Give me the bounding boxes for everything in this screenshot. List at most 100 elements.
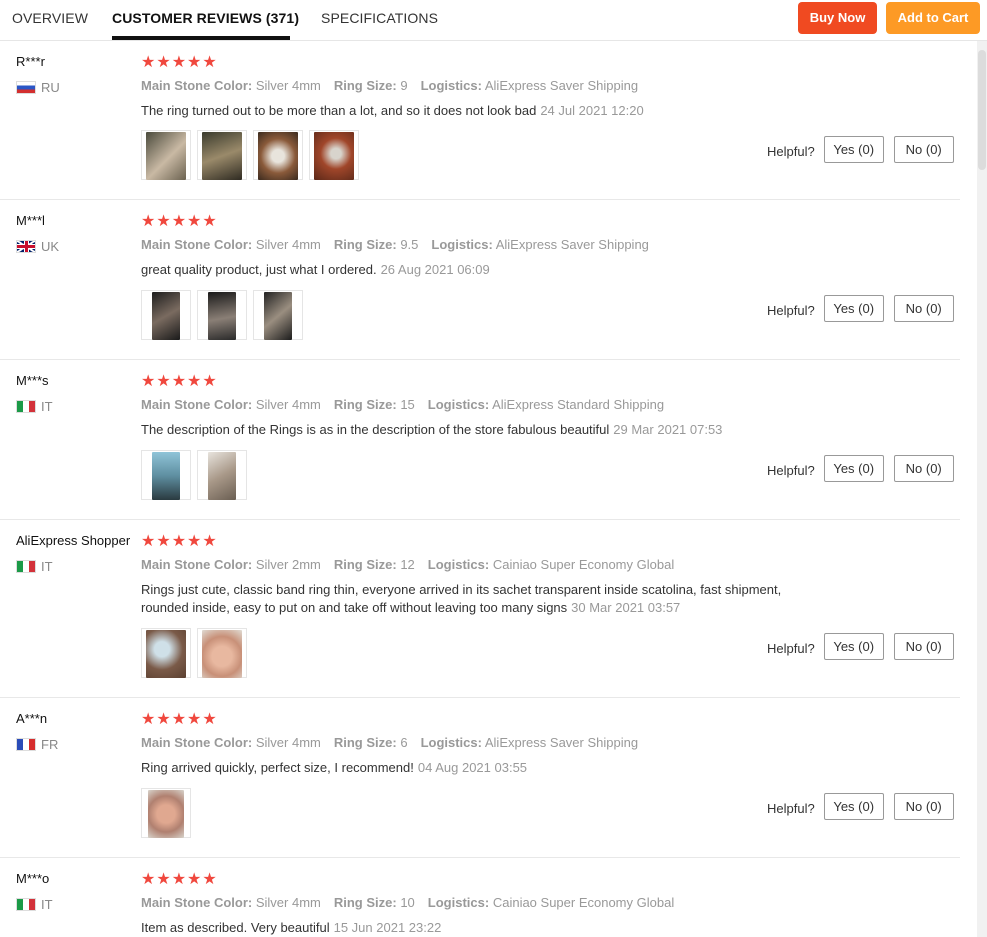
review-photos [141, 450, 247, 500]
review-text: The description of the Rings is as in th… [141, 421, 831, 439]
flag-uk-icon [16, 240, 36, 253]
reviewer-name: R***r [16, 54, 45, 69]
stone-label: Main Stone Color: [141, 237, 253, 252]
review-photo-thumbnail[interactable] [141, 628, 191, 678]
logistics-value: AliExpress Standard Shipping [492, 397, 665, 412]
stone-value: Silver 4mm [255, 237, 321, 252]
star-rating: ★★★★★ [141, 533, 218, 550]
logistics-value: Cainiao Super Economy Global [492, 557, 675, 572]
review-body: The ring turned out to be more than a lo… [141, 103, 537, 118]
review-item: M***s IT ★★★★★ Main Stone Color: Silver … [0, 360, 960, 520]
reviewer-country: RU [16, 80, 60, 95]
review-attributes: Main Stone Color: Silver 4mm Ring Size: 6… [141, 735, 638, 750]
helpful-label: Helpful? [767, 801, 815, 816]
size-label: Ring Size: [333, 78, 397, 93]
helpful-label: Helpful? [767, 144, 815, 159]
tab-customer-reviews[interactable]: CUSTOMER REVIEWS (371) [112, 10, 299, 26]
helpful-yes-button[interactable]: Yes (0) [823, 633, 884, 660]
scrollbar-track[interactable] [977, 41, 987, 937]
review-date: 26 Aug 2021 06:09 [380, 262, 490, 277]
helpful-yes-button[interactable]: Yes (0) [823, 136, 884, 163]
helpful-no-button[interactable]: No (0) [893, 136, 954, 163]
star-rating: ★★★★★ [141, 373, 218, 390]
review-date: 30 Mar 2021 03:57 [571, 600, 681, 615]
country-code: RU [41, 80, 60, 95]
review-photo-thumbnail[interactable] [197, 290, 247, 340]
country-code: FR [41, 737, 59, 752]
country-code: IT [41, 399, 53, 414]
review-item: A***n FR ★★★★★ Main Stone Color: Silver … [0, 698, 960, 858]
reviewer-country: IT [16, 897, 53, 912]
helpful-no-button[interactable]: No (0) [893, 793, 954, 820]
review-photo-thumbnail[interactable] [197, 450, 247, 500]
review-date: 24 Jul 2021 12:20 [540, 103, 644, 118]
logistics-label: Logistics: [420, 735, 482, 750]
logistics-label: Logistics: [431, 237, 493, 252]
review-attributes: Main Stone Color: Silver 4mm Ring Size: 1… [141, 895, 674, 910]
size-value: 12 [400, 557, 415, 572]
helpful-no-button[interactable]: No (0) [893, 455, 954, 482]
review-attributes: Main Stone Color: Silver 4mm Ring Size: 9… [141, 78, 638, 93]
review-photo-thumbnail[interactable] [141, 450, 191, 500]
helpful-yes-button[interactable]: Yes (0) [823, 455, 884, 482]
review-text: Item as described. Very beautiful 15 Jun … [141, 919, 831, 937]
review-attributes: Main Stone Color: Silver 4mm Ring Size: 9… [141, 237, 649, 252]
stone-label: Main Stone Color: [141, 78, 253, 93]
size-value: 10 [400, 895, 415, 910]
buy-now-button[interactable]: Buy Now [798, 2, 877, 34]
logistics-label: Logistics: [427, 895, 490, 910]
review-photo-thumbnail[interactable] [197, 130, 247, 180]
review-photo-thumbnail[interactable] [197, 628, 247, 678]
flag-it-icon [16, 400, 36, 413]
review-body: Rings just cute, classic band ring thin,… [141, 582, 782, 615]
stone-value: Silver 4mm [255, 895, 321, 910]
reviewer-name: M***l [16, 213, 45, 228]
logistics-value: Cainiao Super Economy Global [492, 895, 675, 910]
review-photo-thumbnail[interactable] [253, 290, 303, 340]
country-code: IT [41, 559, 53, 574]
logistics-label: Logistics: [427, 557, 490, 572]
size-value: 9.5 [400, 237, 419, 252]
helpful-label: Helpful? [767, 463, 815, 478]
helpful-yes-button[interactable]: Yes (0) [823, 793, 884, 820]
reviewer-name: A***n [16, 711, 48, 726]
helpful-no-button[interactable]: No (0) [893, 295, 954, 322]
review-date: 15 Jun 2021 23:22 [333, 920, 442, 935]
add-to-cart-button[interactable]: Add to Cart [886, 2, 980, 34]
size-value: 6 [400, 735, 408, 750]
tab-overview[interactable]: OVERVIEW [12, 10, 88, 26]
helpful-vote: Helpful? Yes (0) No (0) [767, 295, 960, 322]
review-date: 04 Aug 2021 03:55 [417, 760, 528, 775]
size-label: Ring Size: [333, 735, 397, 750]
stone-label: Main Stone Color: [141, 735, 253, 750]
scrollbar-thumb[interactable] [978, 50, 986, 170]
review-date: 29 Mar 2021 07:53 [613, 422, 723, 437]
review-photo-thumbnail[interactable] [309, 130, 359, 180]
active-tab-indicator [112, 36, 290, 40]
helpful-vote: Helpful? Yes (0) No (0) [767, 793, 960, 820]
helpful-yes-button[interactable]: Yes (0) [823, 295, 884, 322]
logistics-label: Logistics: [427, 397, 490, 412]
flag-it-icon [16, 898, 36, 911]
review-photo-thumbnail[interactable] [141, 788, 191, 838]
review-text: Rings just cute, classic band ring thin,… [141, 581, 831, 617]
stone-value: Silver 4mm [255, 78, 321, 93]
review-body: The description of the Rings is as in th… [141, 422, 610, 437]
flag-it-icon [16, 560, 36, 573]
review-photos [141, 788, 191, 838]
tab-specifications[interactable]: SPECIFICATIONS [321, 10, 438, 26]
review-photo-thumbnail[interactable] [141, 130, 191, 180]
helpful-no-button[interactable]: No (0) [893, 633, 954, 660]
stone-value: Silver 4mm [255, 735, 321, 750]
review-item: M***o IT ★★★★★ Main Stone Color: Silver … [0, 858, 960, 937]
review-attributes: Main Stone Color: Silver 2mm Ring Size: 1… [141, 557, 674, 572]
star-rating: ★★★★★ [141, 711, 218, 728]
review-photo-thumbnail[interactable] [141, 290, 191, 340]
review-item: R***r RU ★★★★★ Main Stone Color: Silver … [0, 41, 960, 200]
reviewer-country: IT [16, 399, 53, 414]
country-code: IT [41, 897, 53, 912]
stone-value: Silver 2mm [255, 557, 321, 572]
flag-fr-icon [16, 738, 36, 751]
reviews-list: R***r RU ★★★★★ Main Stone Color: Silver … [0, 41, 960, 937]
review-photo-thumbnail[interactable] [253, 130, 303, 180]
